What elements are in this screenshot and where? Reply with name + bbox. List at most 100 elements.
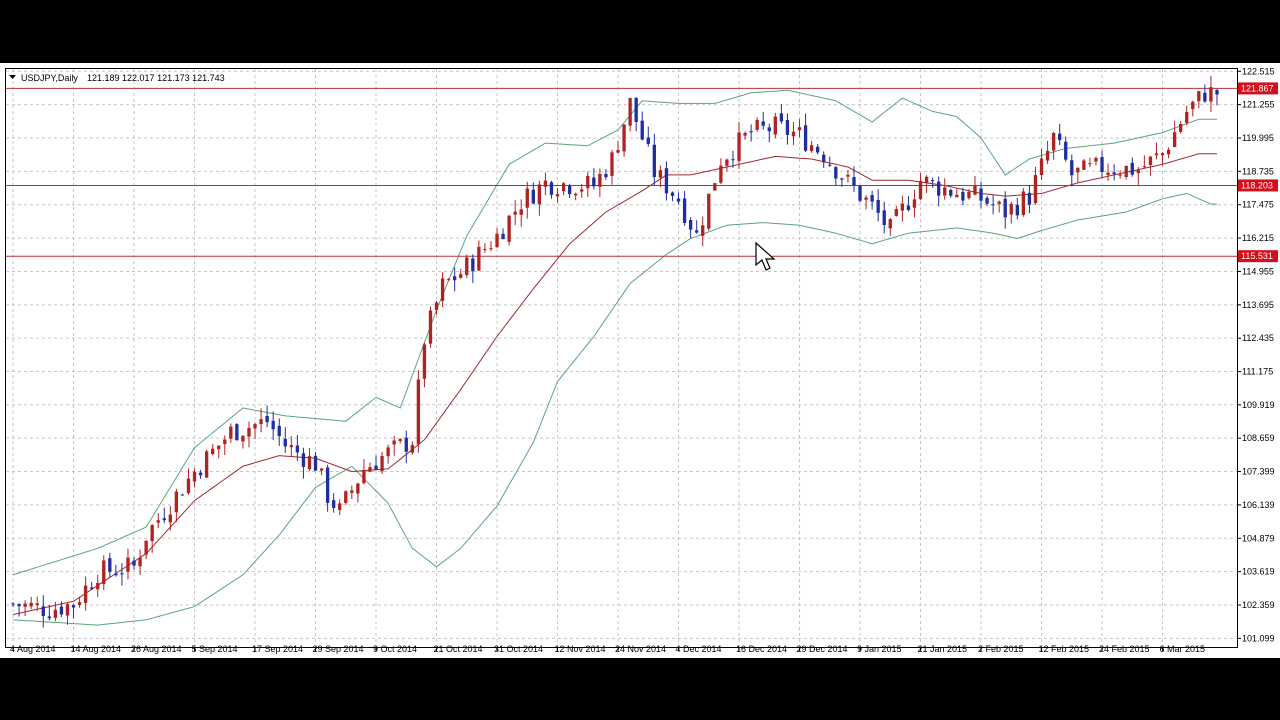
candle-body — [53, 609, 58, 618]
candle-body — [241, 435, 245, 442]
time-tick-label: 6 Mar 2015 — [1160, 644, 1206, 654]
candle-body — [138, 557, 142, 567]
candle-body — [1160, 153, 1165, 156]
candle-body — [640, 120, 644, 140]
candle-body — [229, 426, 233, 439]
time-tick-label: 9 Oct 2014 — [373, 644, 417, 654]
candle-body — [108, 558, 112, 572]
candle-body — [465, 257, 469, 276]
candle-body — [1166, 149, 1171, 155]
time-tick-label: 4 Aug 2014 — [10, 644, 56, 654]
candle-body — [1124, 165, 1128, 177]
price-tag-label: 121.867 — [1241, 83, 1274, 93]
chart-window[interactable]: 121.867 118.203 115.531 122.515 121.255 119.… — [0, 63, 1280, 658]
price-tick-label: 112.435 — [1242, 333, 1274, 343]
price-chart[interactable]: 121.867 118.203 115.531 122.515 121.255 119.… — [0, 63, 1280, 658]
candle-body — [610, 152, 614, 176]
candle-body — [707, 193, 711, 229]
candle-body — [1191, 101, 1195, 110]
candle-body — [23, 603, 27, 607]
candle-body — [1197, 91, 1201, 102]
candle-body — [924, 176, 929, 184]
time-tick-label: 21 Jan 2015 — [918, 644, 968, 654]
candle-body — [616, 149, 620, 153]
candle-body — [156, 520, 160, 523]
candle-body — [537, 184, 542, 205]
candle-body — [1106, 172, 1110, 175]
candle-body — [217, 445, 221, 450]
price-tick-label: 118.735 — [1242, 166, 1274, 176]
candle-body — [846, 174, 850, 177]
candle-body — [416, 379, 421, 445]
candle-body — [410, 445, 414, 453]
candle-body — [102, 560, 106, 585]
price-tick-label: 122.515 — [1242, 66, 1275, 76]
candle-body — [695, 230, 699, 233]
candle-body — [719, 165, 723, 183]
candle-body — [501, 233, 505, 240]
candle-body — [495, 233, 499, 248]
candle-body — [1088, 163, 1092, 165]
price-tick-label: 107.399 — [1242, 467, 1275, 477]
candle-body — [319, 468, 324, 471]
candle-body — [761, 121, 765, 126]
candle-body — [17, 604, 21, 607]
candle-body — [943, 187, 947, 196]
candle-body — [338, 503, 342, 511]
candle-body — [803, 125, 808, 151]
candle-body — [434, 302, 439, 311]
price-tick-label: 108.659 — [1242, 433, 1275, 443]
candle-body — [90, 587, 94, 589]
price-tick-label: 114.955 — [1242, 266, 1274, 276]
chart-border — [5, 68, 1238, 648]
candle-body — [446, 279, 451, 281]
candle-body — [180, 494, 185, 496]
candle-body — [1058, 133, 1062, 141]
dropdown-arrow-icon[interactable] — [9, 75, 16, 79]
candle-body — [71, 605, 76, 608]
candle-body — [162, 518, 166, 521]
candle-body — [519, 209, 523, 215]
candle-body — [816, 146, 820, 153]
candle-body — [967, 191, 971, 199]
candle-body — [368, 467, 372, 472]
candle-body — [386, 447, 390, 457]
candle-body — [150, 525, 154, 542]
candle-body — [132, 560, 136, 566]
candle-body — [937, 181, 941, 196]
candle-body — [900, 203, 905, 211]
candle-body — [646, 137, 650, 144]
candle-body — [949, 189, 953, 196]
candle-body — [192, 471, 197, 482]
candle-body — [168, 514, 172, 523]
candle-body — [791, 131, 796, 137]
candle-body — [628, 98, 632, 126]
candle-body — [906, 205, 911, 210]
bollinger-lower-line — [12, 192, 1217, 626]
candle-body — [398, 439, 402, 442]
candle-body — [65, 604, 70, 616]
price-tick-label: 121.255 — [1242, 100, 1275, 110]
candle-body — [489, 248, 493, 250]
candle-body — [561, 183, 566, 192]
candle-body — [392, 440, 396, 445]
candle-body — [858, 185, 862, 201]
candle-body — [580, 189, 584, 192]
candle-body — [1033, 175, 1038, 204]
time-tick-label: 4 Dec 2014 — [676, 644, 722, 654]
candle-body — [930, 180, 935, 182]
candle-body — [876, 199, 880, 213]
candle-body — [822, 154, 826, 163]
candle-body — [991, 204, 995, 206]
candle-body — [253, 424, 257, 429]
price-tick-label: 103.619 — [1242, 567, 1275, 577]
candle-body — [453, 276, 457, 281]
candle-body — [295, 445, 300, 453]
time-tick-label: 12 Nov 2014 — [555, 644, 606, 654]
candle-body — [1148, 156, 1153, 166]
candle-body — [204, 451, 209, 478]
candle-body — [870, 195, 874, 202]
price-tick-label: 102.359 — [1242, 600, 1275, 610]
candle-body — [840, 178, 844, 180]
candle-body — [1154, 153, 1159, 156]
